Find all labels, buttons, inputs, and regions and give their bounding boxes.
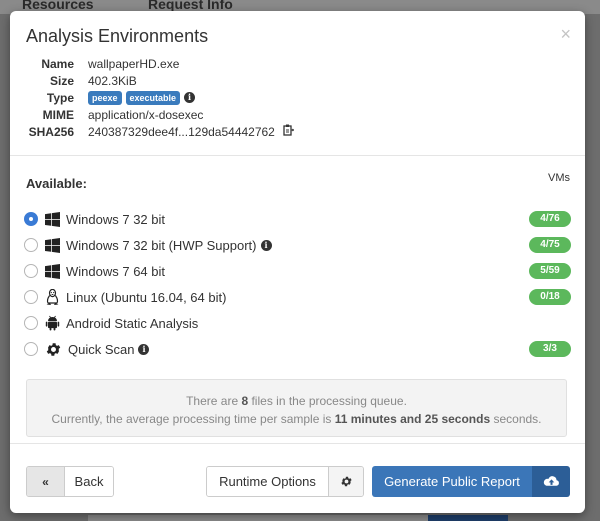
file-info-table: Name wallpaperHD.exe Size 402.3KiB Type … <box>26 55 295 140</box>
background-input <box>88 515 428 521</box>
environment-label-wrap: Windows 7 32 bit (HWP Support) i <box>66 238 272 253</box>
type-tag: executable <box>125 90 181 105</box>
vm-count-badge: 5/59 <box>529 263 571 279</box>
type-tag: peexe <box>88 90 122 105</box>
vm-count-badge: 3/3 <box>529 341 571 357</box>
gear-icon <box>44 341 62 357</box>
modal-header: Analysis Environments × Name wallpaperHD… <box>10 11 585 156</box>
vm-count-badge: 4/75 <box>529 237 571 253</box>
info-row-size: Size 402.3KiB <box>26 72 294 89</box>
windows-icon <box>44 211 60 227</box>
environment-option-linux[interactable]: Linux (Ubuntu 16.04, 64 bit) 0/18 <box>24 284 571 310</box>
vm-count-badge: 4/76 <box>529 211 571 227</box>
info-row-mime: MIME application/x-dosexec <box>26 106 294 123</box>
info-icon[interactable]: i <box>184 92 196 103</box>
windows-icon <box>44 263 60 279</box>
info-label: SHA256 <box>28 124 74 139</box>
generate-report-label: Generate Public Report <box>372 466 532 497</box>
modal-title: Analysis Environments <box>26 26 209 46</box>
file-mime: application/x-dosexec <box>88 107 204 122</box>
info-icon[interactable]: i <box>260 239 272 251</box>
info-label: Name <box>41 56 74 71</box>
info-label: Type <box>46 90 74 105</box>
generate-public-report-button[interactable]: Generate Public Report <box>372 466 570 497</box>
double-chevron-left-icon: « <box>27 467 65 496</box>
back-button[interactable]: « Back <box>26 466 114 497</box>
environment-option-win7-32[interactable]: Windows 7 32 bit 4/76 <box>24 206 571 232</box>
environment-label-wrap: Quick Scan i <box>68 341 150 357</box>
queue-time-line: Currently, the average processing time p… <box>27 410 566 428</box>
queue-text: files in the processing queue. <box>248 394 407 408</box>
info-row-name: Name wallpaperHD.exe <box>26 55 294 72</box>
android-icon <box>44 315 60 331</box>
file-type: peexe executable i <box>88 90 196 105</box>
copy-icon[interactable] <box>283 124 295 139</box>
modal-body: Available: VMs Windows 7 32 bit 4/76 Win… <box>10 156 585 444</box>
environment-list: Windows 7 32 bit 4/76 Windows 7 32 bit (… <box>24 206 571 362</box>
environment-label: Linux (Ubuntu 16.04, 64 bit) <box>66 289 227 305</box>
queue-count-line: There are 8 files in the processing queu… <box>27 392 566 410</box>
file-name: wallpaperHD.exe <box>88 56 180 71</box>
back-button-label: Back <box>65 467 113 496</box>
radio-button[interactable] <box>24 238 38 252</box>
windows-icon <box>44 237 60 253</box>
analysis-environments-modal: Analysis Environments × Name wallpaperHD… <box>10 11 585 513</box>
info-row-type: Type peexe executable i <box>26 89 294 106</box>
environment-label: Android Static Analysis <box>66 315 199 331</box>
queue-text: seconds. <box>490 412 542 426</box>
environment-label: Windows 7 32 bit (HWP Support) <box>66 237 257 253</box>
file-size: 402.3KiB <box>88 73 137 88</box>
radio-button[interactable] <box>24 342 38 356</box>
info-row-sha256: SHA256 240387329dee4f...129da54442762 <box>26 123 295 140</box>
environment-label: Quick Scan <box>68 341 135 357</box>
vm-count-badge: 0/18 <box>529 289 571 305</box>
queue-info-box: There are 8 files in the processing queu… <box>26 379 567 437</box>
environment-label: Windows 7 64 bit <box>66 263 165 279</box>
environment-option-android[interactable]: Android Static Analysis <box>24 310 571 336</box>
vms-label: VMs <box>548 172 570 184</box>
linux-icon <box>44 288 60 305</box>
environment-label: Windows 7 32 bit <box>66 211 165 227</box>
background-button <box>428 515 508 521</box>
info-label: Size <box>49 73 74 88</box>
processing-time: 11 minutes and 25 seconds <box>334 412 491 426</box>
gear-icon[interactable] <box>329 467 363 496</box>
radio-button[interactable] <box>24 264 38 278</box>
modal-footer: « Back Runtime Options Generate Public R… <box>10 443 585 513</box>
sha256-value: 240387329dee4f...129da54442762 <box>88 124 275 139</box>
radio-button[interactable] <box>24 316 38 330</box>
queue-text: Currently, the average processing time p… <box>51 412 335 426</box>
cloud-upload-icon <box>532 466 570 497</box>
close-icon[interactable]: × <box>560 25 571 43</box>
info-label: MIME <box>42 107 74 122</box>
runtime-options-label: Runtime Options <box>207 467 329 496</box>
environment-option-quick-scan[interactable]: Quick Scan i 3/3 <box>24 336 571 362</box>
info-icon[interactable]: i <box>138 343 150 355</box>
runtime-options-button[interactable]: Runtime Options <box>206 466 364 497</box>
environment-option-win7-64[interactable]: Windows 7 64 bit 5/59 <box>24 258 571 284</box>
radio-button[interactable] <box>24 290 38 304</box>
queue-text: There are <box>186 394 242 408</box>
environment-option-win7-32-hwp[interactable]: Windows 7 32 bit (HWP Support) i 4/75 <box>24 232 571 258</box>
file-sha256: 240387329dee4f...129da54442762 <box>88 124 295 139</box>
radio-button[interactable] <box>24 212 38 226</box>
available-label: Available: <box>26 176 87 191</box>
